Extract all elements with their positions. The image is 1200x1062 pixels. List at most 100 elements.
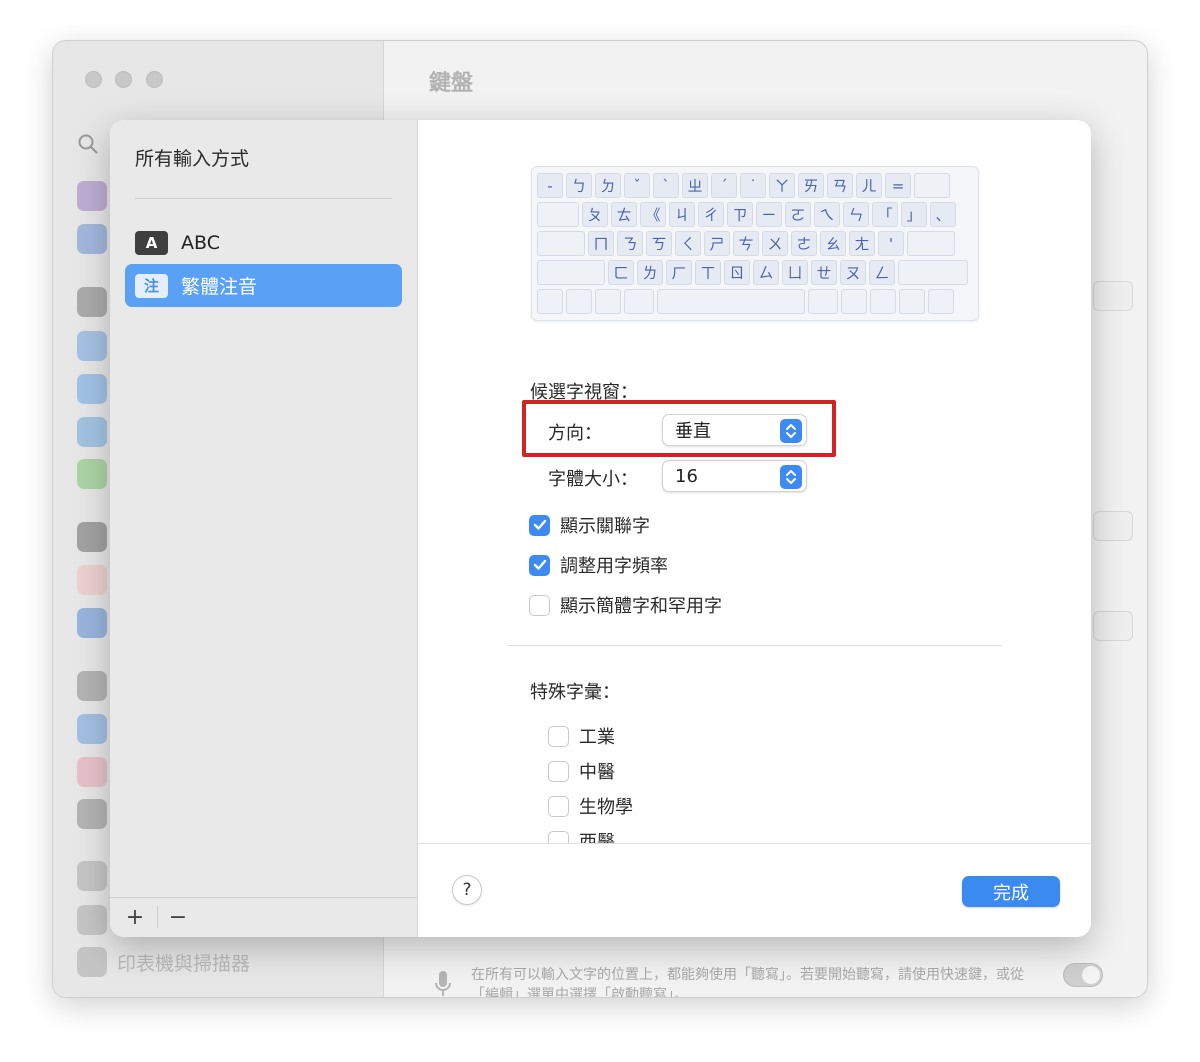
keyboard-key: ˊ	[711, 173, 737, 198]
checkbox-checked[interactable]	[529, 554, 550, 576]
keyboard-key	[841, 289, 867, 314]
at-sign-icon[interactable]	[77, 714, 107, 744]
keyboard-row: - ㄅㄉ ˇ ˋ ㄓ ˊ ˙ ㄚㄞㄢㄦ =	[537, 173, 950, 198]
option-adjust-frequency[interactable]: 調整用字頻率	[529, 552, 668, 578]
keyboard-key: ㄓ	[682, 173, 708, 198]
game-center-icon[interactable]	[77, 757, 107, 787]
keyboard-key: ㄖ	[724, 260, 750, 285]
keyboard-key: ㄨ	[762, 231, 788, 256]
keyboard-row: ㄈㄌㄏㄒㄖㄙㄩㄝㄡㄥ	[537, 260, 968, 285]
key-icon[interactable]	[77, 671, 107, 701]
sidebar-title: 所有輸入方式	[135, 148, 250, 170]
keyboard-row: ㄇㄋㄎㄑㄕㄘㄨㄜㄠㄤ '	[537, 231, 955, 256]
dictation-footnote: 在所有可以輸入文字的位置上，都能夠使用「聽寫」。若要開始聽寫，請使用快速鍵，或從…	[471, 967, 1024, 998]
siri-icon[interactable]	[77, 181, 107, 211]
help-button[interactable]: ?	[452, 875, 482, 905]
keyboard-key: ㄒ	[695, 260, 721, 285]
dictation-toggle[interactable]	[1063, 963, 1103, 987]
checkbox-unchecked[interactable]	[548, 795, 569, 817]
keyboard-key: =	[885, 173, 911, 198]
input-method-label: 繁體注音	[181, 276, 258, 298]
checkbox-unchecked[interactable]	[548, 760, 569, 782]
option-show-related-words[interactable]: 顯示關聯字	[529, 512, 650, 538]
vocab-label: 中醫	[579, 762, 615, 783]
done-button[interactable]: 完成	[962, 876, 1060, 907]
keyboard-key: ㄤ	[849, 231, 875, 256]
keyboard-key	[914, 173, 950, 198]
keyboard-key	[537, 231, 585, 256]
keyboard-key	[870, 289, 896, 314]
input-method-abc[interactable]: A ABC	[125, 221, 402, 264]
keyboard-key: ㄙ	[753, 260, 779, 285]
minimize-window-button[interactable]	[115, 71, 132, 88]
keyboard-key: ˋ	[653, 173, 679, 198]
keyboard-key: ㄣ	[843, 202, 869, 227]
option-show-simplified-rare[interactable]: 顯示簡體字和罕用字	[529, 592, 722, 618]
keyboard-key: ㄇ	[588, 231, 614, 256]
vocab-label: 工業	[579, 727, 615, 748]
input-method-zhuyin[interactable]: 注 繁體注音	[125, 264, 402, 307]
printer-icon[interactable]	[77, 947, 107, 977]
abc-badge-icon: A	[135, 230, 168, 255]
battery-icon[interactable]	[77, 459, 107, 489]
vocab-item-biology[interactable]: 生物學	[548, 793, 633, 819]
background-control	[1093, 611, 1133, 641]
keyboard-key: ㄗ	[727, 202, 753, 227]
vocab-item-industry[interactable]: 工業	[548, 723, 615, 749]
special-vocab-label: 特殊字彙：	[530, 682, 620, 703]
keyboard-key: ㄟ	[814, 202, 840, 227]
lock-icon[interactable]	[77, 522, 107, 552]
checkbox-unchecked[interactable]	[548, 725, 569, 747]
hand-icon[interactable]	[77, 224, 107, 254]
font-size-popup[interactable]: 16	[662, 460, 807, 492]
divider	[135, 198, 392, 199]
brightness-icon[interactable]	[77, 331, 107, 361]
close-window-button[interactable]	[85, 71, 102, 88]
checkbox-checked[interactable]	[529, 514, 550, 536]
keyboard-row	[537, 289, 954, 314]
keyboard-key: ㄎ	[646, 231, 672, 256]
wallpaper-icon[interactable]	[77, 417, 107, 447]
keyboard-key: ㄑ	[675, 231, 701, 256]
keyboard-key: ㄅ	[566, 173, 592, 198]
keyboard-key: ㄐ	[669, 202, 695, 227]
screensaver-icon[interactable]	[77, 374, 107, 404]
option-label: 顯示關聯字	[560, 516, 650, 537]
option-label: 調整用字頻率	[560, 556, 668, 577]
wallet-icon[interactable]	[77, 799, 107, 829]
remove-input-method-button[interactable]: −	[165, 902, 191, 932]
keyboard-key: ˙	[740, 173, 766, 198]
font-size-value: 16	[675, 465, 698, 487]
keyboard-key: ㄡ	[840, 260, 866, 285]
trackpad-icon[interactable]	[77, 905, 107, 935]
printers-scanners-label[interactable]: 印表機與掃描器	[117, 949, 250, 976]
fingerprint-icon[interactable]	[77, 565, 107, 595]
zoom-window-button[interactable]	[146, 71, 163, 88]
keyboard-icon[interactable]	[77, 861, 107, 891]
keyboard-key: 《	[640, 202, 666, 227]
keyboard-key	[808, 289, 838, 314]
input-methods-sidebar: 所有輸入方式 A ABC 注 繁體注音 + −	[110, 120, 418, 937]
keyboard-key: ㄊ	[611, 202, 637, 227]
divider	[508, 645, 1001, 646]
add-input-method-button[interactable]: +	[122, 902, 148, 932]
display-icon[interactable]	[77, 287, 107, 317]
divider	[157, 906, 158, 928]
font-size-label: 字體大小：	[548, 469, 638, 490]
keyboard-key: 「	[872, 202, 898, 227]
keyboard-key: 、	[930, 202, 956, 227]
input-sources-sheet: 所有輸入方式 A ABC 注 繁體注音 + − - ㄅㄉ ˇ ˋ ㄓ ˊ ˙ ㄚㄞㄢㄦ = ㄆㄊ…	[110, 120, 1091, 937]
keyboard-key: -	[537, 173, 563, 198]
users-icon[interactable]	[77, 608, 107, 638]
keyboard-layout-diagram: - ㄅㄉ ˇ ˋ ㄓ ˊ ˙ ㄚㄞㄢㄦ = ㄆㄊ《ㄐㄔㄗㄧㄛㄟㄣ「」、 ㄇㄋㄎㄑㄕㄘㄨㄜㄠㄤ ' …	[531, 166, 979, 321]
keyboard-key	[624, 289, 654, 314]
keyboard-key	[537, 260, 605, 285]
microphone-icon	[435, 971, 451, 996]
keyboard-key: ㄝ	[811, 260, 837, 285]
vocab-item-chinese-medicine[interactable]: 中醫	[548, 758, 615, 784]
keyboard-key: ㄛ	[785, 202, 811, 227]
keyboard-key	[907, 231, 955, 256]
checkbox-unchecked[interactable]	[529, 594, 550, 616]
keyboard-key	[899, 289, 925, 314]
keyboard-key: ㄉ	[595, 173, 621, 198]
